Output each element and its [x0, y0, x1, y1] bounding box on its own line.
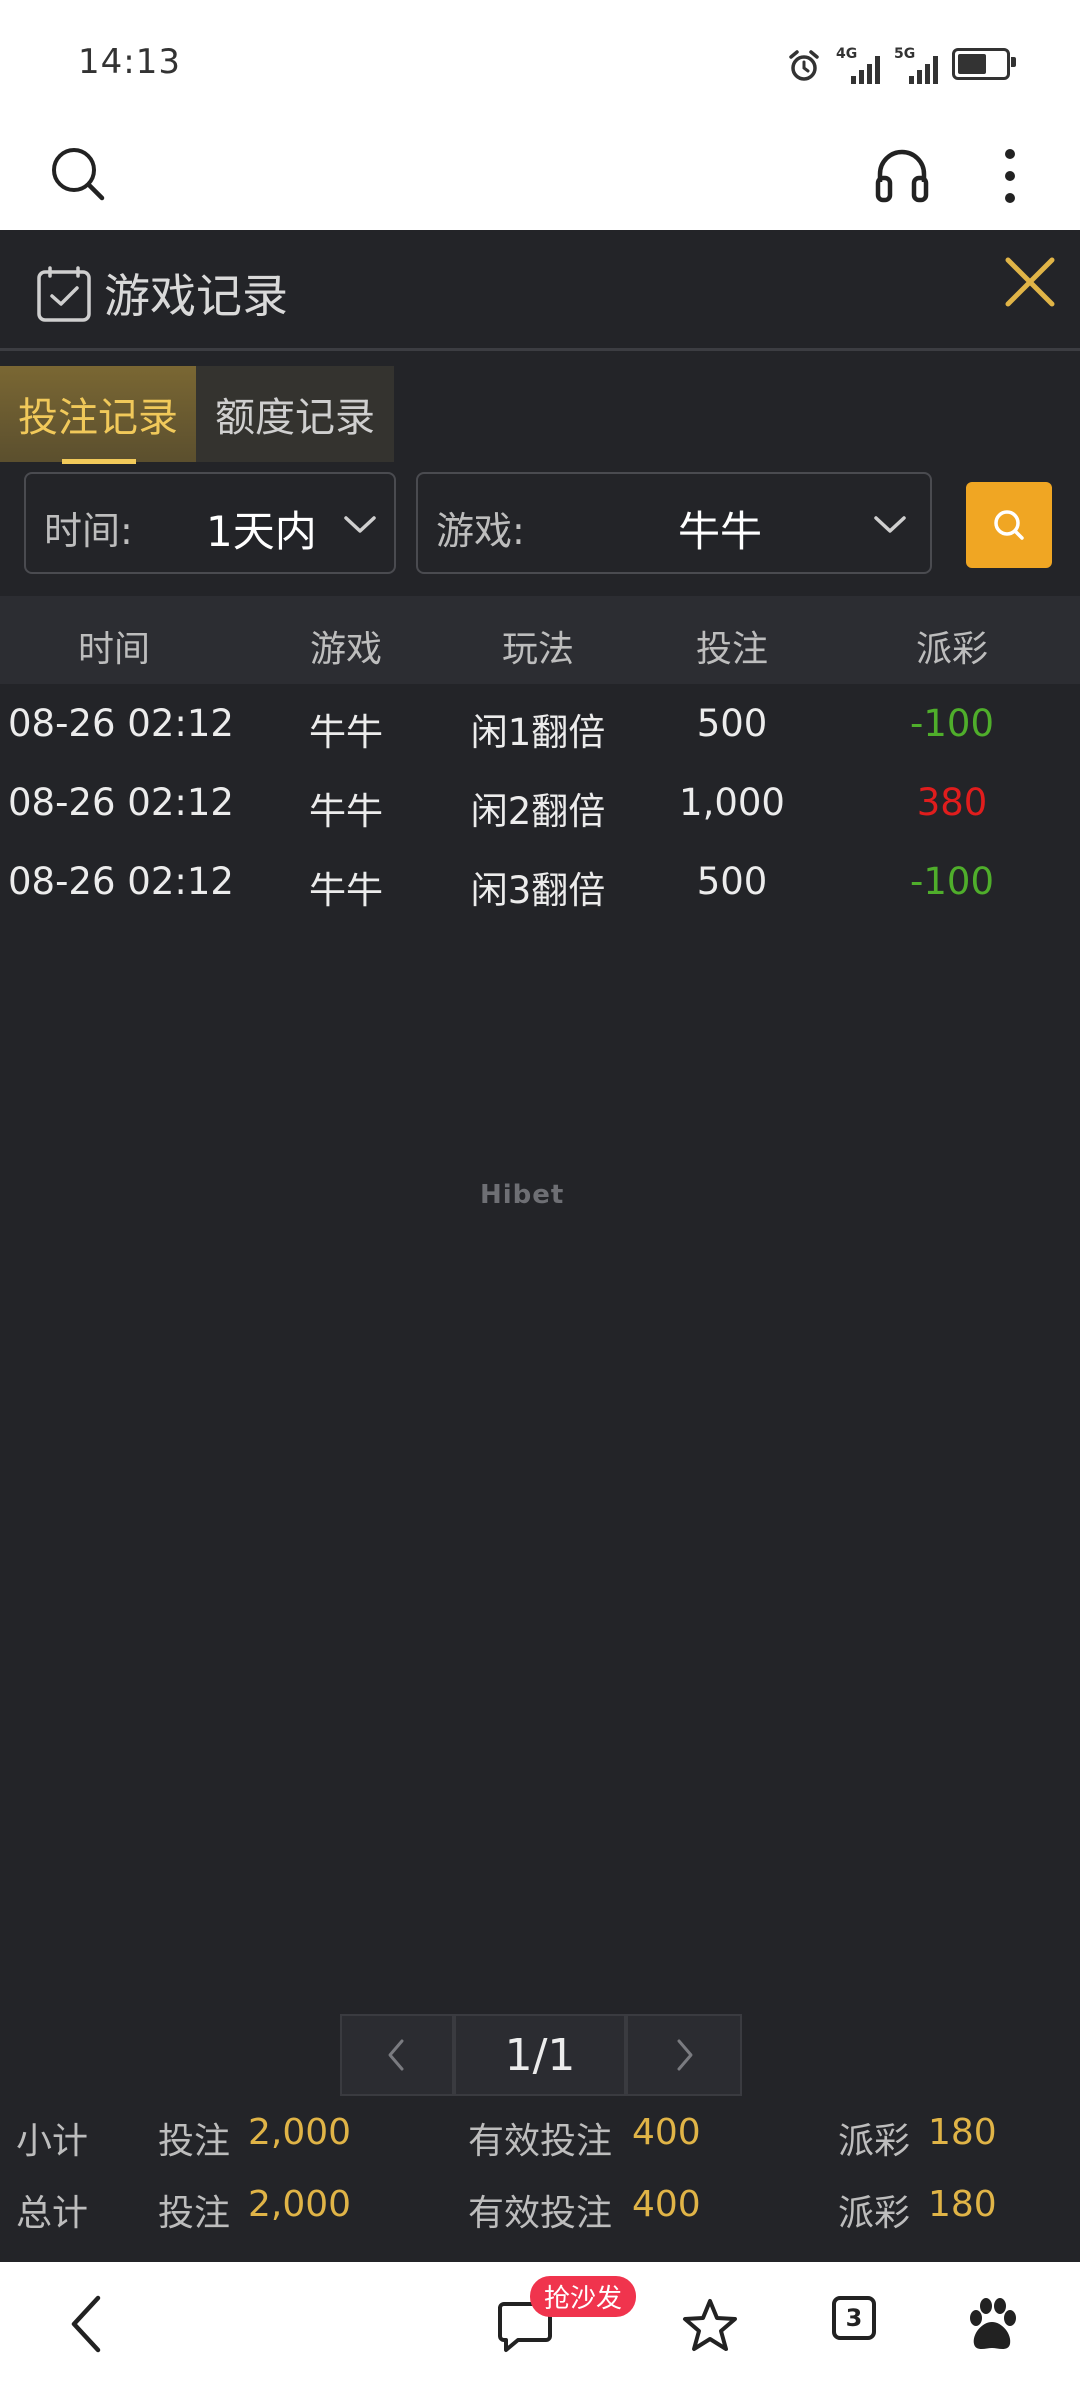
table-row: 08-26 02:12 牛牛 闲2翻倍 1,000 380	[0, 765, 1080, 843]
cell-game: 牛牛	[309, 711, 383, 754]
more-vertical-icon[interactable]	[990, 144, 1030, 208]
next-page-button[interactable]	[626, 2014, 742, 2096]
column-header-play: 玩法	[501, 629, 575, 670]
tab-credit-records[interactable]: 额度记录	[196, 366, 394, 462]
close-icon[interactable]	[1000, 252, 1060, 312]
game-filter-select[interactable]: 游戏: 牛牛	[416, 472, 932, 574]
time-filter-label: 时间:	[44, 509, 133, 553]
search-button[interactable]	[966, 482, 1052, 568]
cell-bet: 500	[696, 860, 768, 903]
browser-bottom-bar: 抢沙发 3	[0, 2262, 1080, 2388]
subtotal-payout-value: 180	[928, 2112, 997, 2153]
cell-play: 闲2翻倍	[470, 790, 606, 833]
total-row: 总计 投注 2,000 有效投注 400 派彩 180	[0, 2176, 1080, 2236]
total-label: 总计	[16, 2193, 89, 2234]
time-filter-select[interactable]: 时间: 1天内	[24, 472, 396, 574]
record-tabs: 投注记录 额度记录	[0, 366, 394, 464]
chevron-down-icon	[344, 516, 376, 533]
total-valid-value: 400	[632, 2184, 701, 2225]
chevron-down-icon	[874, 516, 906, 533]
alarm-icon	[789, 50, 819, 81]
panel-header: 游戏记录	[0, 230, 1080, 351]
cell-bet: 1,000	[679, 781, 785, 824]
status-time: 14:13	[78, 42, 181, 82]
cell-payout: -100	[910, 702, 994, 745]
subtotal-payout-label: 派彩	[838, 2121, 911, 2162]
baidu-paw-icon[interactable]	[962, 2294, 1022, 2354]
total-payout-label: 派彩	[838, 2193, 911, 2234]
subtotal-valid-label: 有效投注	[468, 2121, 613, 2162]
cell-game: 牛牛	[309, 869, 383, 912]
game-filter-value: 牛牛	[678, 507, 763, 556]
column-header-game: 游戏	[309, 629, 383, 670]
status-icons: 4G 5G	[786, 44, 1016, 84]
total-bet-value: 2,000	[248, 2184, 352, 2225]
cell-time: 08-26 02:12	[8, 781, 234, 824]
headset-icon[interactable]	[870, 142, 934, 206]
table-header: 时间 游戏 玩法 投注 派彩	[0, 596, 1080, 684]
page-title: 游戏记录	[104, 269, 288, 323]
total-bet-label: 投注	[158, 2193, 231, 2234]
cell-play: 闲3翻倍	[470, 869, 606, 912]
tab-count-button[interactable]: 3	[832, 2296, 876, 2340]
page-indicator: 1/1	[454, 2014, 626, 2096]
game-record-panel: 游戏记录 投注记录 额度记录 时间: 1天内 游戏: 牛牛 时间 游戏 玩法 投…	[0, 230, 1080, 2262]
signal-5g-icon: 5G	[894, 46, 938, 84]
cell-play: 闲1翻倍	[470, 711, 606, 754]
subtotal-bet-label: 投注	[158, 2121, 231, 2162]
subtotal-valid-value: 400	[632, 2112, 701, 2153]
watermark-logo: Hibet	[480, 1180, 565, 1210]
cell-payout: -100	[910, 860, 994, 903]
prev-page-button[interactable]	[340, 2014, 454, 2096]
subtotal-row: 小计 投注 2,000 有效投注 400 派彩 180	[0, 2104, 1080, 2164]
back-icon[interactable]	[66, 2292, 106, 2356]
chevron-left-icon	[388, 2039, 404, 2071]
comment-badge: 抢沙发	[530, 2276, 637, 2317]
column-header-payout: 派彩	[915, 629, 989, 670]
time-filter-value: 1天内	[206, 507, 317, 556]
column-header-bet: 投注	[695, 629, 769, 670]
total-valid-label: 有效投注	[468, 2193, 613, 2234]
cell-game: 牛牛	[309, 790, 383, 833]
browser-toolbar	[0, 120, 1080, 230]
search-icon	[994, 510, 1024, 540]
table-row: 08-26 02:12 牛牛 闲3翻倍 500 -100	[0, 844, 1080, 922]
signal-4g-icon: 4G	[836, 46, 880, 84]
cell-time: 08-26 02:12	[8, 702, 234, 745]
status-bar: 14:13 4G 5G	[0, 0, 1080, 120]
tab-bet-records[interactable]: 投注记录	[0, 366, 196, 464]
search-icon[interactable]	[48, 144, 108, 204]
chevron-right-icon	[677, 2039, 693, 2071]
star-icon[interactable]	[680, 2296, 740, 2356]
cell-time: 08-26 02:12	[8, 860, 234, 903]
battery-icon	[952, 48, 1016, 80]
game-filter-label: 游戏:	[436, 509, 525, 553]
subtotal-label: 小计	[16, 2121, 89, 2162]
cell-bet: 500	[696, 702, 768, 745]
cell-payout: 380	[916, 781, 988, 824]
subtotal-bet-value: 2,000	[248, 2112, 352, 2153]
column-header-time: 时间	[77, 629, 151, 670]
clipboard-check-icon	[37, 266, 91, 322]
total-payout-value: 180	[928, 2184, 997, 2225]
table-row: 08-26 02:12 牛牛 闲1翻倍 500 -100	[0, 686, 1080, 764]
